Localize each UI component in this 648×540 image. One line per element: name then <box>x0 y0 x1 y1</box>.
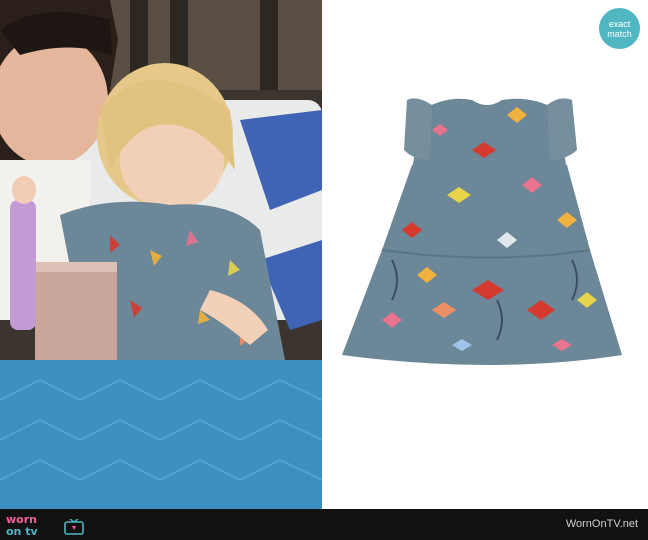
scene-illustration <box>0 0 322 509</box>
badge-line-2: match <box>607 28 632 39</box>
site-logo[interactable]: worn on tv <box>6 511 86 539</box>
footer-bar: worn on tv WornOnTV.net <box>0 509 648 540</box>
product-photo[interactable] <box>322 0 648 509</box>
site-name: WornOnTV.net <box>565 518 638 530</box>
logo-bottom-text: on tv <box>6 525 38 538</box>
dress-illustration <box>342 98 622 365</box>
tv-icon <box>64 519 84 535</box>
scene-photo <box>0 0 322 509</box>
exact-match-badge[interactable]: exact match <box>599 8 640 49</box>
badge-line-1: exact <box>608 18 631 29</box>
